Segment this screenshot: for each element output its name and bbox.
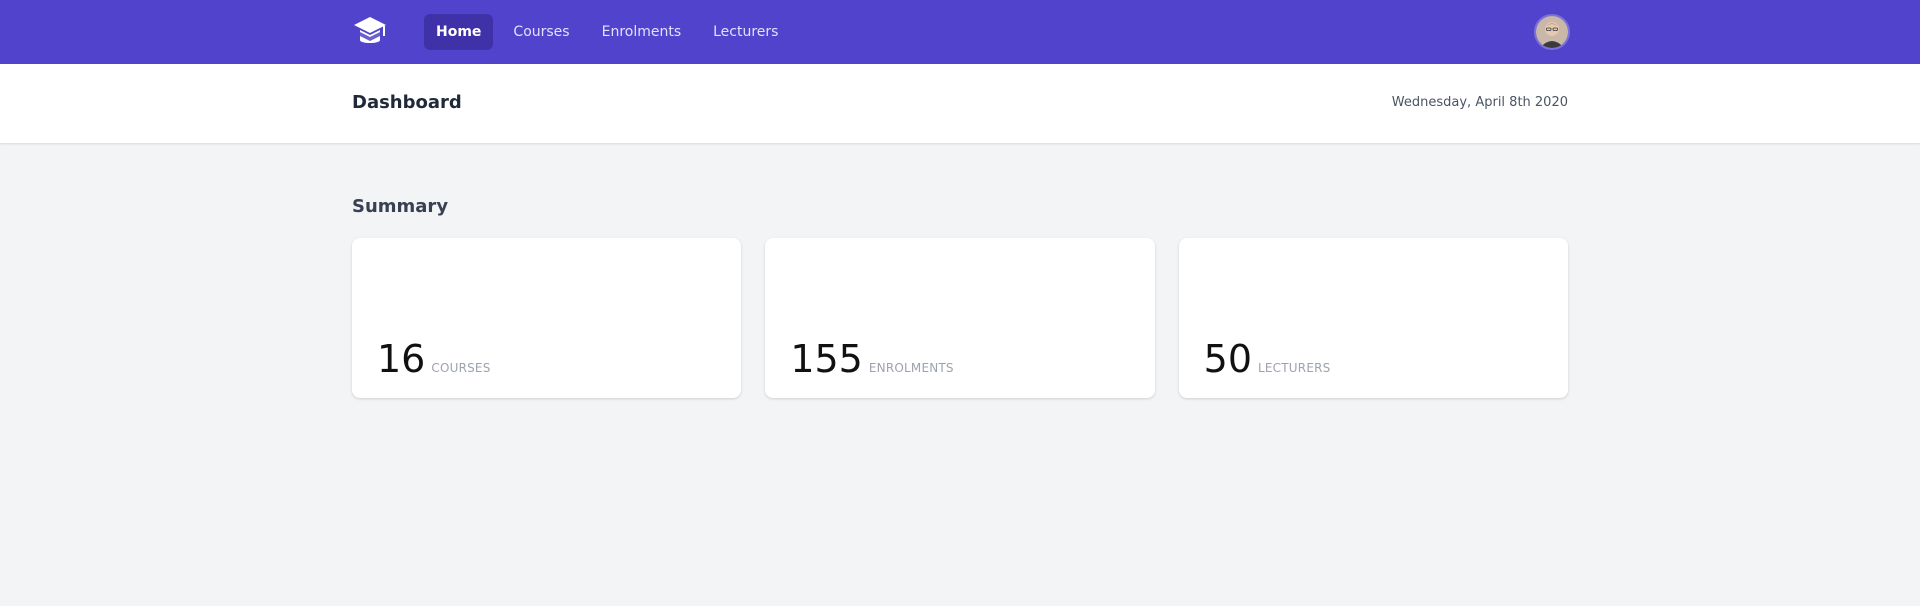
summary-card-courses[interactable]: 16 COURSES <box>352 238 742 398</box>
summary-card-enrolments[interactable]: 155 ENROLMENTS <box>765 238 1155 398</box>
nav-item-enrolments[interactable]: Enrolments <box>590 14 694 50</box>
nav-item-lecturers[interactable]: Lecturers <box>701 14 790 50</box>
main-nav: Home Courses Enrolments Lecturers <box>424 14 790 50</box>
top-navbar: Home Courses Enrolments Lecturers <box>0 0 1920 64</box>
summary-card-lecturers[interactable]: 50 LECTURERS <box>1178 238 1568 398</box>
user-avatar[interactable] <box>1536 16 1568 48</box>
navbar-container: Home Courses Enrolments Lecturers <box>352 0 1568 64</box>
page-title: Dashboard <box>352 92 462 113</box>
enrolments-count: 155 <box>790 337 863 381</box>
nav-item-courses[interactable]: Courses <box>501 14 581 50</box>
courses-count: 16 <box>377 337 426 381</box>
courses-label: COURSES <box>431 361 491 375</box>
graduation-cap-icon[interactable] <box>352 14 388 50</box>
lecturers-label: LECTURERS <box>1258 361 1331 375</box>
summary-heading: Summary <box>352 196 449 217</box>
enrolments-label: ENROLMENTS <box>868 361 954 375</box>
summary-cards: 16 COURSES 155 ENROLMENTS 50 LECTURERS <box>352 238 1568 398</box>
lecturers-count: 50 <box>1203 337 1253 381</box>
page-header: Dashboard Wednesday, April 8th 2020 <box>0 64 1920 144</box>
current-date: Wednesday, April 8th 2020 <box>1391 95 1568 110</box>
nav-item-home[interactable]: Home <box>424 14 494 50</box>
